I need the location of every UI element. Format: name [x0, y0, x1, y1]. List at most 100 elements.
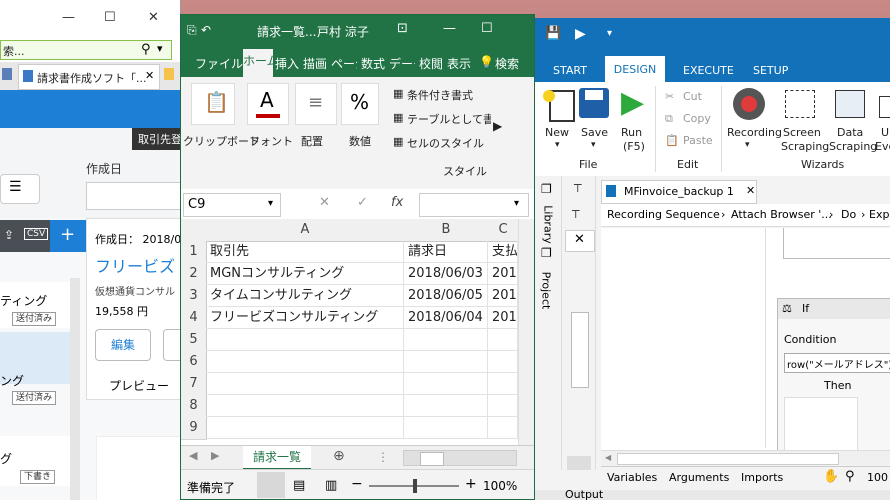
new-tab-icon[interactable] [164, 68, 174, 80]
run-icon[interactable]: ▶ [575, 26, 586, 42]
search-icon[interactable]: ⚲ [141, 42, 151, 57]
tab-review[interactable]: 校閲 [419, 55, 443, 72]
user-events-button[interactable] [879, 96, 890, 118]
tab-page-layout[interactable]: ページ [331, 55, 357, 72]
close-panel-button[interactable]: ✕ [565, 230, 595, 252]
formula-input[interactable]: ▾ [419, 193, 529, 217]
tab-setup[interactable]: SETUP [753, 64, 788, 77]
cell[interactable] [488, 329, 518, 351]
cell[interactable] [404, 351, 488, 373]
zoom-out-icon[interactable]: − [351, 476, 363, 492]
cell[interactable] [404, 417, 488, 439]
maximize-icon[interactable]: ☐ [481, 21, 493, 36]
register-partner-button[interactable]: 取引先登 [132, 128, 180, 150]
cell[interactable] [488, 395, 518, 417]
confirm-icon[interactable]: ✓ [357, 195, 368, 210]
upload-icon[interactable]: ⇪ [4, 228, 14, 242]
cell[interactable]: 2018 [488, 263, 518, 285]
save-button[interactable] [579, 88, 609, 118]
cut-button[interactable]: Cut [683, 90, 702, 103]
arguments-tab[interactable]: Arguments [669, 471, 729, 484]
tab-file[interactable]: ファイル [195, 55, 243, 72]
cell[interactable] [488, 417, 518, 439]
created-date-input[interactable] [86, 182, 180, 210]
name-box[interactable]: C9 ▾ [183, 193, 281, 217]
then-drop-area[interactable] [784, 397, 858, 453]
vertical-scrollbar[interactable] [518, 219, 534, 445]
pin-icon[interactable]: ⊤ [571, 208, 581, 221]
zoom-level[interactable]: 100% [483, 479, 517, 493]
row-header[interactable]: 4 [181, 307, 207, 330]
scroll-thumb[interactable] [420, 452, 444, 466]
table-format-button[interactable]: テーブルとして書式 [407, 111, 491, 127]
tab-search[interactable]: 検索 [495, 55, 519, 72]
chevron-down-icon[interactable]: ▾ [157, 42, 163, 55]
chevron-down-icon[interactable]: ▾ [555, 140, 560, 150]
row-header[interactable]: 2 [181, 263, 207, 286]
panel-scrollbar[interactable] [571, 312, 589, 388]
list-item[interactable]: ティング 送付済み [0, 282, 70, 328]
row-header[interactable]: 6 [181, 351, 207, 374]
cell[interactable]: 2018 [488, 285, 518, 307]
sheet-next-icon[interactable]: ▶ [211, 449, 219, 462]
minimize-icon[interactable]: — [443, 21, 456, 36]
row-header[interactable]: 7 [181, 373, 207, 396]
cancel-icon[interactable]: ✕ [319, 195, 330, 210]
zoom-level[interactable]: 100 [867, 471, 888, 484]
cell[interactable] [206, 329, 404, 351]
cell[interactable] [404, 395, 488, 417]
zoom-slider[interactable] [369, 479, 459, 493]
cell[interactable]: 取引先 [206, 241, 404, 263]
cell[interactable] [404, 329, 488, 351]
tab-design[interactable]: DESIGN [605, 56, 665, 82]
tab-draw[interactable]: 描画 [303, 55, 327, 72]
tab-home[interactable]: ホーム [243, 49, 273, 77]
sheet-prev-icon[interactable]: ◀ [189, 449, 197, 462]
tab-execute[interactable]: EXECUTE [683, 64, 734, 77]
cell[interactable] [206, 417, 404, 439]
cell[interactable] [488, 351, 518, 373]
secondary-button[interactable] [163, 329, 180, 361]
chevron-down-icon[interactable]: ▾ [268, 198, 273, 209]
sheet-tab[interactable]: 請求一覧 [243, 446, 312, 470]
zoom-search-icon[interactable]: ⚲ [845, 469, 855, 484]
cell[interactable]: 2018 [488, 307, 518, 329]
column-header[interactable]: A [206, 219, 405, 242]
cell[interactable] [404, 373, 488, 395]
list-item-selected[interactable]: ング [0, 332, 70, 388]
page-layout-icon[interactable]: ▤ [293, 478, 305, 493]
breadcrumb-item[interactable]: Attach Browser '... [731, 208, 832, 221]
zoom-slider-thumb[interactable] [413, 479, 417, 493]
add-sheet-icon[interactable]: ⊕ [333, 448, 345, 464]
cell[interactable]: タイムコンサルティング [206, 285, 404, 307]
select-all-corner[interactable] [181, 219, 207, 242]
number-button[interactable]: % [341, 83, 379, 125]
data-scraping-button[interactable] [835, 90, 865, 118]
tab-formulas[interactable]: 数式 [361, 55, 385, 72]
row-header[interactable]: 1 [181, 241, 207, 264]
edit-button[interactable]: 編集 [95, 329, 151, 361]
cell[interactable]: 2018/06/05 [404, 285, 488, 307]
scroll-thumb[interactable] [617, 453, 839, 465]
paste-button[interactable]: 📋 [191, 83, 235, 125]
tab-close-icon[interactable]: ✕ [145, 69, 154, 82]
normal-view-icon[interactable] [257, 472, 285, 498]
undo-icon[interactable]: ↶ [201, 23, 211, 37]
variables-tab[interactable]: Variables [607, 471, 657, 484]
pin-icon[interactable]: ⊤ [573, 182, 583, 195]
close-tab-icon[interactable]: ✕ [746, 184, 755, 197]
chevron-down-icon[interactable]: ▾ [514, 198, 519, 209]
column-header[interactable]: B [404, 219, 489, 242]
row-header[interactable]: 5 [181, 329, 207, 352]
cell[interactable]: 支払 [488, 241, 518, 263]
new-button[interactable] [543, 90, 575, 122]
chevron-down-icon[interactable]: ▾ [745, 140, 750, 150]
horizontal-scrollbar[interactable] [403, 450, 517, 466]
run-play-icon[interactable]: ▶ [621, 88, 644, 118]
copy-button[interactable]: Copy [683, 112, 711, 125]
recording-button[interactable] [733, 88, 765, 120]
condition-input[interactable]: row("メールアドレス").T [784, 353, 890, 373]
row-header[interactable]: 8 [181, 395, 207, 418]
document-tab[interactable]: MFinvoice_backup 1 ✕ [601, 180, 757, 204]
tab-start[interactable]: START [553, 64, 587, 77]
